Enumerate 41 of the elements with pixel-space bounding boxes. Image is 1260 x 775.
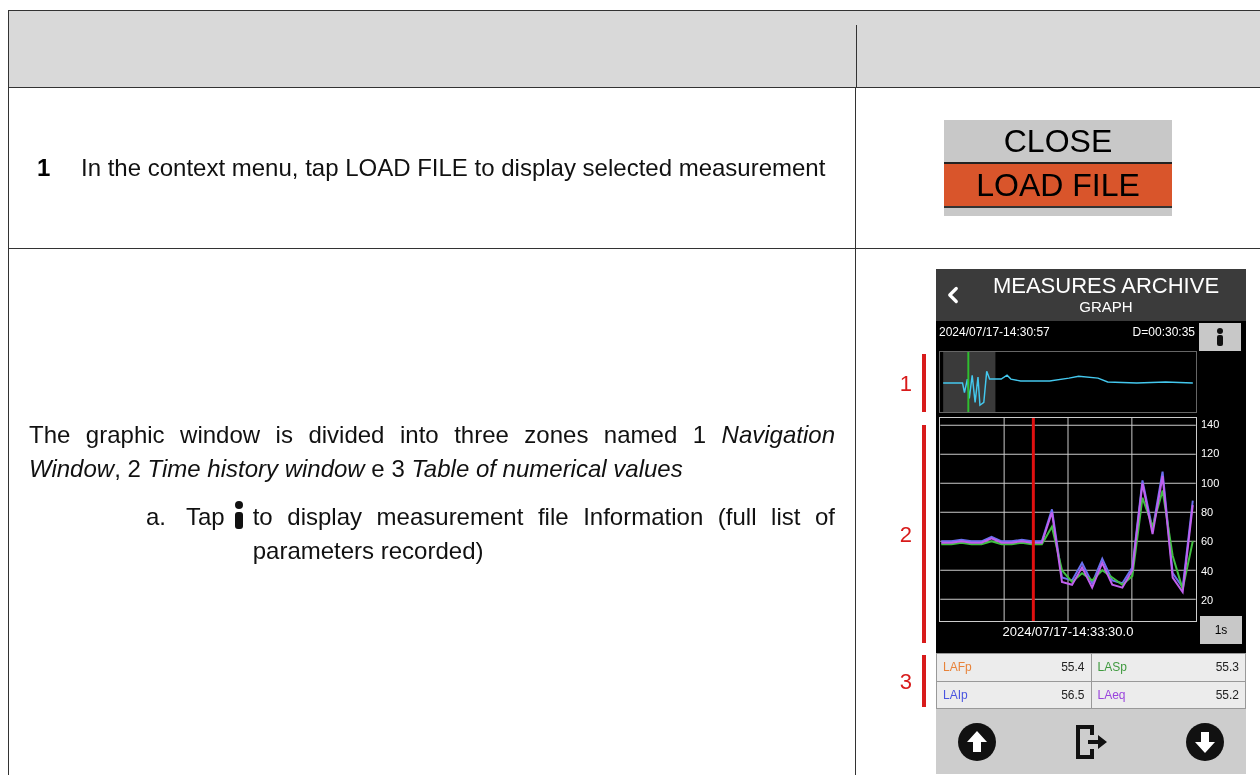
axis-label: 60: [1201, 535, 1215, 548]
resolution-button[interactable]: 1s: [1200, 616, 1242, 644]
axis-label: 20: [1201, 593, 1215, 606]
description-paragraph: The graphic window is divided into three zones named 1 Navigation Window, 2 Time history window e 3 Table of numerical values: [29, 419, 835, 484]
navigation-waveform[interactable]: [939, 351, 1197, 413]
screen-title: MEASURES ARCHIVE: [992, 274, 1220, 298]
reading-value: 55.4: [1061, 659, 1085, 677]
exit-icon[interactable]: [1074, 722, 1108, 761]
step-text: In the context menu, tap LOAD FILE to display selected measurement: [81, 153, 827, 183]
duration: D=00:30:35: [1131, 324, 1195, 341]
reading-name: LAIp: [943, 686, 968, 704]
axis-label: 140: [1201, 418, 1220, 430]
start-time: 2024/07/17-14:30:57: [939, 324, 1051, 341]
reading-value: 56.5: [1061, 686, 1085, 704]
axis-label: 120: [1201, 447, 1220, 460]
info-button[interactable]: [1199, 323, 1241, 351]
zone-number: 3: [899, 667, 912, 696]
zone-marker: [922, 353, 926, 413]
reading-name: LASp: [1097, 659, 1127, 677]
screen-subtitle: GRAPH: [1079, 298, 1133, 316]
menu-item[interactable]: LOAD FILE: [944, 162, 1172, 206]
reading-value: 55.3: [1215, 659, 1239, 677]
arrow-down-icon[interactable]: [1186, 722, 1224, 761]
axis-label: 40: [1201, 564, 1215, 577]
zone-marker: [922, 655, 926, 707]
reading-value: 55.2: [1215, 686, 1239, 704]
axis-label: 80: [1201, 506, 1215, 518]
info-icon: [1216, 328, 1224, 346]
cursor-time: 2024/07/17-14:33:30.0: [1001, 623, 1135, 641]
arrow-up-icon[interactable]: [958, 722, 996, 761]
zone-number: 2: [899, 520, 912, 549]
zone-number: 1: [899, 369, 912, 398]
instruction-text: to display measurement file Information (full list of parameters recorded): [252, 501, 835, 566]
cursor-line[interactable]: [1031, 418, 1035, 621]
axis-label: 100: [1201, 476, 1220, 489]
instruction-text: Tap: [186, 501, 225, 532]
reading-name: LAFp: [943, 659, 972, 677]
reading-name: LAeq: [1097, 686, 1126, 704]
step-number: 1: [37, 153, 52, 183]
list-marker: a.: [146, 501, 167, 532]
info-icon: [233, 500, 244, 529]
